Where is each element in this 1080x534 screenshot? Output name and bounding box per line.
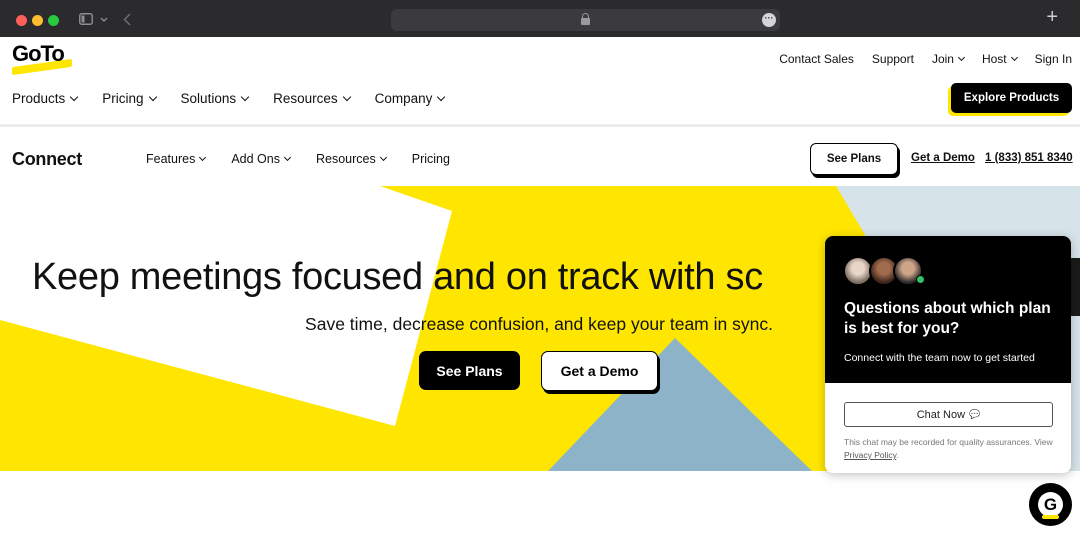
nav-company[interactable]: Company bbox=[374, 91, 446, 106]
join-label: Join bbox=[931, 52, 954, 66]
contact-sales-link[interactable]: Contact Sales bbox=[779, 52, 854, 66]
utility-nav: Contact Sales Support Join Host Sign In bbox=[779, 52, 1072, 66]
speech-bubble-icon: 💬 bbox=[969, 409, 981, 419]
host-menu[interactable]: Host bbox=[981, 52, 1018, 66]
back-icon[interactable] bbox=[123, 13, 131, 26]
chat-title: Questions about which plan is best for y… bbox=[844, 300, 1051, 337]
chevron-down-icon bbox=[957, 53, 965, 61]
nav-label: Solutions bbox=[180, 91, 237, 106]
chevron-down-icon bbox=[283, 153, 292, 161]
product-nav-resources[interactable]: Resources bbox=[315, 152, 387, 166]
chat-privacy-note: This chat may be recorded for quality as… bbox=[844, 436, 1059, 462]
chat-widget: Questions about which plan is best for y… bbox=[825, 236, 1071, 473]
chat-description: Connect with the team now to get started bbox=[844, 352, 1035, 364]
nav-products[interactable]: Products bbox=[12, 91, 79, 106]
chevron-down-icon bbox=[240, 92, 250, 101]
product-nav-pricing[interactable]: Pricing bbox=[412, 152, 450, 166]
privacy-note-text: This chat may be recorded for quality as… bbox=[844, 437, 1053, 447]
browser-chrome: ··· + bbox=[0, 0, 1080, 37]
chevron-down-icon[interactable] bbox=[100, 17, 108, 22]
online-status-icon bbox=[916, 275, 925, 284]
host-label: Host bbox=[981, 52, 1007, 66]
chevron-down-icon bbox=[437, 92, 446, 101]
support-link[interactable]: Support bbox=[872, 52, 914, 66]
hero-title: Keep meetings focused and on track with … bbox=[32, 256, 763, 298]
chat-header: Questions about which plan is best for y… bbox=[825, 236, 1071, 383]
chevron-down-icon bbox=[342, 92, 351, 101]
address-bar[interactable]: ··· bbox=[391, 9, 780, 31]
plus-icon[interactable]: + bbox=[1046, 7, 1058, 27]
chevron-down-icon bbox=[199, 153, 207, 161]
goto-g-icon: G bbox=[1038, 492, 1063, 519]
chevron-down-icon bbox=[379, 153, 387, 161]
product-title[interactable]: Connect bbox=[12, 149, 82, 170]
nav-label: Products bbox=[12, 91, 66, 106]
nav-resources[interactable]: Resources bbox=[273, 91, 351, 106]
chat-now-label: Chat Now bbox=[916, 408, 966, 421]
main-nav: Products Pricing Solutions Resources Com… bbox=[12, 91, 469, 106]
nav-solutions[interactable]: Solutions bbox=[180, 91, 250, 106]
product-nav-add-ons[interactable]: Add Ons bbox=[231, 152, 292, 166]
sidebar-icon[interactable] bbox=[79, 13, 93, 25]
product-nav: Features Add Ons Resources Pricing bbox=[146, 152, 476, 166]
get-demo-hero-button[interactable]: Get a Demo bbox=[541, 351, 658, 391]
explore-products-button[interactable]: Explore Products bbox=[951, 83, 1072, 113]
see-plans-hero-button[interactable]: See Plans bbox=[419, 351, 520, 390]
nav-label: Features bbox=[146, 152, 196, 166]
nav-label: Pricing bbox=[102, 91, 144, 106]
lock-icon bbox=[581, 13, 590, 25]
nav-label: Company bbox=[374, 91, 433, 106]
privacy-note-suffix: . bbox=[896, 450, 899, 460]
privacy-policy-link[interactable]: Privacy Policy bbox=[844, 450, 896, 460]
chevron-down-icon bbox=[1010, 53, 1018, 61]
minimize-window-button[interactable] bbox=[32, 15, 43, 26]
global-header: GoTo Contact Sales Support Join Host Sig… bbox=[0, 37, 1080, 125]
chat-launcher-button[interactable]: G bbox=[1029, 483, 1072, 526]
nav-label: Add Ons bbox=[231, 152, 280, 166]
chevron-down-icon bbox=[148, 92, 157, 101]
maximize-window-button[interactable] bbox=[48, 15, 59, 26]
see-plans-button[interactable]: See Plans bbox=[810, 143, 898, 175]
nav-pricing[interactable]: Pricing bbox=[102, 91, 157, 106]
product-header: Connect Features Add Ons Resources Prici… bbox=[0, 127, 1080, 186]
close-window-button[interactable] bbox=[16, 15, 27, 26]
chevron-down-icon bbox=[70, 92, 79, 101]
get-demo-link[interactable]: Get a Demo bbox=[911, 152, 975, 164]
phone-link[interactable]: 1 (833) 851 8340 bbox=[985, 152, 1073, 164]
product-nav-features[interactable]: Features bbox=[146, 152, 207, 166]
goto-logo[interactable]: GoTo bbox=[12, 41, 74, 76]
sign-in-link[interactable]: Sign In bbox=[1035, 52, 1072, 66]
logo-text: GoTo bbox=[12, 41, 65, 66]
nav-label: Resources bbox=[315, 152, 376, 166]
more-icon[interactable]: ··· bbox=[762, 13, 776, 27]
nav-label: Resources bbox=[273, 91, 338, 106]
nav-label: Pricing bbox=[411, 152, 450, 166]
join-menu[interactable]: Join bbox=[931, 52, 965, 66]
chat-now-button[interactable]: Chat Now 💬 bbox=[844, 402, 1053, 427]
